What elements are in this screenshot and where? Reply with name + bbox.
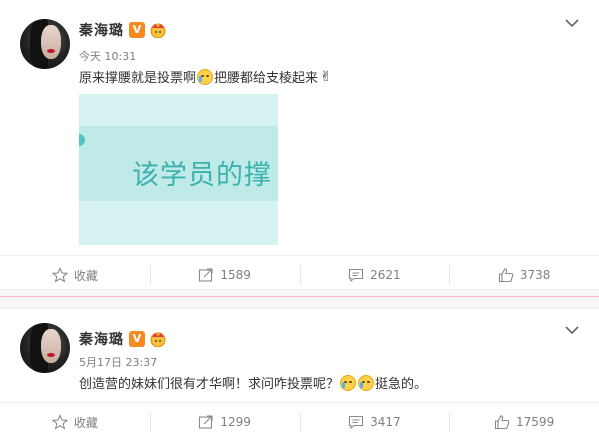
- chevron-down-icon[interactable]: [565, 326, 579, 335]
- comment-icon: [349, 268, 364, 283]
- post-text: 原来撑腰就是投票啊: [79, 71, 197, 86]
- username[interactable]: 秦海璐: [79, 329, 124, 349]
- feed-post: 秦海璐 V 今天 10:31 原来撑腰就是投票啊 把腰都给支棱起来 ✌ 该学员的…: [0, 0, 599, 289]
- like-count: 3738: [519, 268, 551, 282]
- tears-of-joy-emoji: [197, 68, 214, 85]
- like-count: 17599: [516, 415, 555, 429]
- comment-count: 2621: [370, 268, 401, 282]
- favorite-label: 收藏: [73, 268, 98, 283]
- crown-icon: [150, 332, 166, 347]
- favorite-button[interactable]: 收藏: [0, 403, 150, 441]
- tears-of-joy-emoji: [340, 374, 357, 391]
- like-icon: [498, 268, 514, 283]
- post-action-bar: 收藏 1299 3417 17599: [0, 402, 599, 441]
- avatar[interactable]: [20, 19, 70, 69]
- post-content: 原来撑腰就是投票啊 把腰都给支棱起来 ✌: [79, 67, 332, 86]
- post-timestamp[interactable]: 今天 10:31: [79, 48, 136, 64]
- post-text: 把腰都给支棱起来: [214, 71, 319, 86]
- chevron-down-icon[interactable]: [565, 19, 579, 28]
- repost-count: 1589: [220, 268, 251, 282]
- crown-icon: [150, 23, 166, 38]
- verified-badge: V: [129, 331, 145, 347]
- post-text: 挺急的。: [375, 377, 428, 392]
- post-timestamp[interactable]: 5月17日 23:37: [79, 354, 157, 370]
- like-icon: [494, 415, 510, 430]
- like-button[interactable]: 17599: [449, 403, 599, 441]
- comment-count: 3417: [370, 415, 401, 429]
- post-text: 创造营的妹妹们很有才华啊！求问咋投票呢？: [79, 377, 340, 392]
- comment-button[interactable]: 3417: [299, 403, 450, 441]
- star-icon: [51, 414, 68, 430]
- repost-icon: [199, 415, 213, 429]
- favorite-label: 收藏: [73, 415, 98, 430]
- verified-badge: V: [129, 22, 145, 38]
- post-image[interactable]: 该学员的撑: [79, 94, 278, 245]
- star-icon: [51, 267, 68, 283]
- repost-icon: [199, 268, 213, 282]
- repost-button[interactable]: 1299: [149, 403, 300, 441]
- avatar[interactable]: [20, 323, 70, 373]
- feed-post: 秦海璐 V 5月17日 23:37 创造营的妹妹们很有才华啊！求问咋投票呢？ 挺…: [0, 309, 599, 440]
- feed-divider: [0, 289, 599, 309]
- post-content: 创造营的妹妹们很有才华啊！求问咋投票呢？ 挺急的。: [79, 373, 427, 392]
- repost-count: 1299: [220, 415, 251, 429]
- username[interactable]: 秦海璐: [79, 20, 124, 40]
- victory-emoji: ✌: [320, 68, 332, 85]
- tears-of-joy-emoji: [358, 374, 375, 391]
- image-caption-text: 该学员的撑: [132, 160, 272, 191]
- comment-icon: [349, 415, 364, 430]
